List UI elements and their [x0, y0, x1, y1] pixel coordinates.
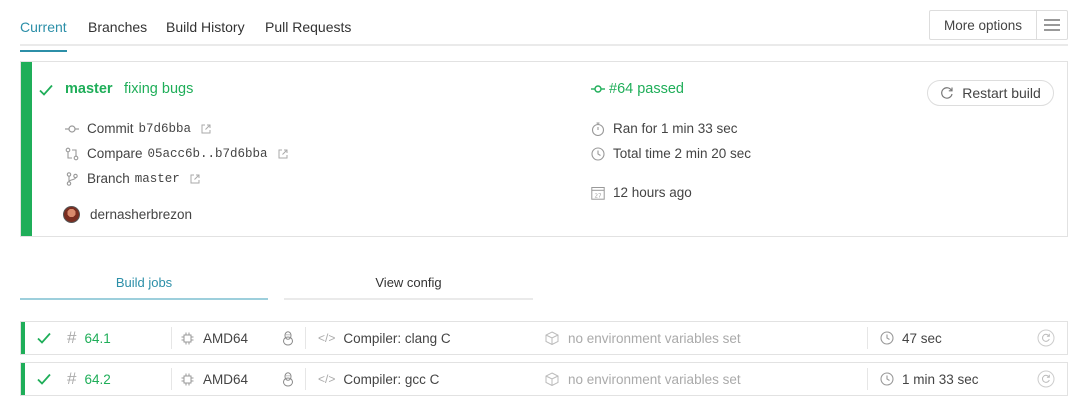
passed-check-icon	[39, 84, 53, 96]
restart-build-label: Restart build	[962, 85, 1041, 101]
branch-name-link[interactable]: master	[135, 172, 180, 186]
job-env: no environment variables set	[568, 330, 741, 346]
tab-build-jobs[interactable]: Build jobs	[20, 264, 268, 300]
compare-label: Compare	[87, 146, 143, 161]
job-compiler: Compiler: gcc C	[343, 371, 440, 387]
restart-job-icon[interactable]	[1037, 329, 1055, 347]
clock-icon	[880, 331, 894, 345]
calendar-icon: 27	[591, 186, 605, 200]
commit-icon	[65, 124, 79, 133]
job-duration: 1 min 33 sec	[902, 371, 979, 387]
code-icon: </>	[318, 331, 336, 345]
restart-build-button[interactable]: Restart build	[927, 80, 1054, 106]
linux-icon	[283, 330, 293, 345]
job-env: no environment variables set	[568, 371, 741, 387]
author-name[interactable]: dernasherbrezon	[90, 207, 192, 222]
compare-range-link[interactable]: 05acc6b..b7d6bba	[148, 147, 268, 161]
finished-row: 27 12 hours ago	[591, 185, 692, 200]
commit-label: Commit	[87, 121, 134, 136]
code-icon: </>	[318, 372, 336, 386]
commit-message: fixing bugs	[124, 81, 194, 97]
tab-view-config[interactable]: View config	[284, 264, 533, 300]
linux-icon	[283, 371, 293, 386]
author-row[interactable]: dernasherbrezon	[63, 206, 192, 223]
branch-label: Branch	[87, 171, 130, 186]
finished-ago-text: 12 hours ago	[613, 185, 692, 200]
build-summary-card: master fixing bugs Commit b7d6bba Compar…	[20, 61, 1068, 237]
clock-icon	[880, 372, 894, 386]
cpu-icon	[181, 373, 194, 385]
commit-icon	[591, 85, 605, 93]
ran-for-row: Ran for 1 min 33 sec	[591, 121, 738, 136]
compare-icon	[65, 147, 79, 160]
clock-icon	[591, 146, 605, 161]
job-status-stripe	[21, 363, 25, 395]
job-duration: 47 sec	[902, 330, 942, 346]
job-number[interactable]: 64.2	[84, 372, 110, 387]
build-status[interactable]: #64 passed	[591, 81, 684, 97]
hamburger-menu-icon[interactable]	[1036, 10, 1068, 40]
restart-icon	[941, 87, 953, 99]
package-icon	[545, 372, 559, 386]
job-row[interactable]: # 64.2 AMD64 </> Compiler: gcc C no envi…	[20, 362, 1068, 396]
branch-row: Branch master	[65, 171, 200, 186]
total-time-text: Total time 2 min 20 sec	[613, 146, 752, 161]
tab-pull-requests[interactable]: Pull Requests	[265, 19, 351, 35]
branch-name[interactable]: master	[65, 81, 113, 97]
restart-job-icon[interactable]	[1037, 370, 1055, 388]
total-time-row: Total time 2 min 20 sec	[591, 146, 751, 161]
tab-branches[interactable]: Branches	[88, 19, 147, 35]
status-stripe	[21, 62, 32, 236]
external-link-icon[interactable]	[190, 174, 200, 184]
hash-icon: #	[67, 369, 77, 388]
commit-hash-link[interactable]: b7d6bba	[139, 122, 192, 136]
tab-current[interactable]: Current	[20, 19, 67, 52]
calendar-day: 27	[595, 193, 602, 199]
job-status-stripe	[21, 322, 25, 354]
job-number[interactable]: 64.1	[84, 331, 110, 346]
ran-for-text: Ran for 1 min 33 sec	[613, 121, 738, 136]
build-status-text: #64 passed	[609, 81, 684, 97]
job-row[interactable]: # 64.1 AMD64 </> Compiler: clang C no en…	[20, 321, 1068, 355]
external-link-icon[interactable]	[278, 149, 288, 159]
job-arch: AMD64	[203, 330, 249, 346]
tab-build-history[interactable]: Build History	[166, 19, 245, 35]
external-link-icon[interactable]	[201, 124, 211, 134]
passed-check-icon	[37, 332, 51, 344]
stopwatch-icon	[591, 121, 605, 136]
avatar	[63, 206, 80, 223]
package-icon	[545, 331, 559, 345]
job-compiler: Compiler: clang C	[343, 330, 451, 346]
top-navigation: Current Branches Build History Pull Requ…	[20, 0, 1068, 52]
hash-icon: #	[67, 328, 77, 347]
branch-icon	[66, 171, 78, 186]
passed-check-icon	[37, 373, 51, 385]
commit-row: Commit b7d6bba	[65, 121, 211, 136]
compare-row: Compare 05acc6b..b7d6bba	[65, 146, 288, 161]
job-arch: AMD64	[203, 371, 249, 387]
more-options-button[interactable]: More options	[929, 10, 1037, 40]
cpu-icon	[181, 332, 194, 344]
